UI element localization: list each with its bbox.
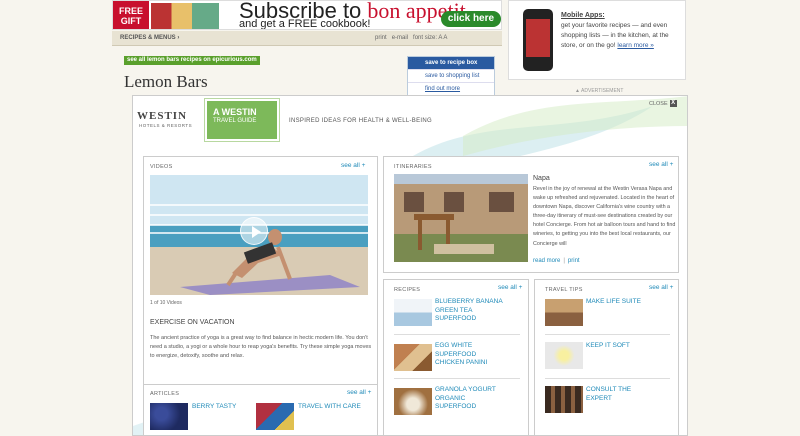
- save-to-recipe-box-link[interactable]: save to recipe box: [408, 57, 494, 70]
- magazine-ad-banner[interactable]: FREE GIFT Subscribe to bon appetit and g…: [112, 0, 502, 30]
- print-link[interactable]: print: [375, 35, 387, 41]
- recipes-heading: RECIPES: [394, 287, 421, 293]
- row-divider: [545, 334, 670, 335]
- articles-panel: ARTICLES see all + BERRY TASTY TRAVEL WI…: [143, 384, 378, 435]
- travel-tips-heading: TRAVEL TIPS: [545, 287, 583, 293]
- see-all-recipes-link[interactable]: see all lemon bars recipes on epicurious…: [124, 56, 260, 65]
- recipes-see-all-link[interactable]: see all +: [498, 284, 522, 292]
- recipe-thumbnail[interactable]: [394, 388, 432, 415]
- article-berry-tasty-link[interactable]: BERRY TASTY: [192, 403, 236, 411]
- itinerary-links: read more | print: [533, 258, 580, 264]
- mobile-apps-title: Mobile Apps:: [561, 12, 605, 19]
- find-out-more-link[interactable]: find out more: [408, 83, 494, 95]
- video-title[interactable]: EXERCISE ON VACATION: [150, 318, 235, 327]
- close-button[interactable]: CLOSE X: [649, 100, 677, 108]
- recipe-link[interactable]: EGG WHITE SUPERFOOD CHICKEN PANINI: [435, 342, 487, 368]
- articles-heading: ARTICLES: [150, 391, 180, 397]
- travel-tip-thumbnail[interactable]: [545, 386, 583, 413]
- overlay-header: WESTIN HOTELS & RESORTS A WESTIN TRAVEL …: [133, 96, 687, 151]
- travel-guide-badge: A WESTIN TRAVEL GUIDE: [205, 99, 279, 141]
- email-link[interactable]: e-mail: [392, 35, 408, 41]
- recipe-thumbnail[interactable]: [394, 344, 432, 371]
- travel-tip-thumbnail[interactable]: [545, 299, 583, 326]
- learn-more-link[interactable]: learn more »: [617, 42, 654, 49]
- articles-see-all-link[interactable]: see all +: [347, 389, 371, 397]
- row-divider: [545, 378, 670, 379]
- row-divider: [394, 378, 520, 379]
- travel-tip-link[interactable]: MAKE LIFE SUITE: [586, 298, 641, 307]
- mobile-apps-ad: Mobile Apps: get your favorite recipes —…: [508, 0, 686, 80]
- itineraries-panel: ITINERARIES see all + Napa Revel in the …: [383, 156, 679, 273]
- row-divider: [394, 334, 520, 335]
- recipe-link[interactable]: GRANOLA YOGURT ORGANIC SUPERFOOD: [435, 386, 496, 412]
- travel-tip-link[interactable]: CONSULT THE EXPERT: [586, 386, 631, 403]
- ad-cookbook-text: and get a FREE cookbook!: [239, 18, 371, 30]
- phone-icon: [523, 9, 553, 71]
- magazine-covers-image: [151, 3, 219, 29]
- save-to-shopping-list-link[interactable]: save to shopping list: [408, 70, 494, 83]
- itineraries-see-all-link[interactable]: see all +: [649, 161, 673, 169]
- itinerary-description: Revel in the joy of renewal at the Westi…: [533, 186, 676, 247]
- travel-tips-see-all-link[interactable]: see all +: [649, 284, 673, 292]
- article-travel-with-care-link[interactable]: TRAVEL WITH CARE: [298, 403, 361, 411]
- itineraries-heading: ITINERARIES: [394, 164, 432, 170]
- itinerary-name[interactable]: Napa: [533, 174, 550, 183]
- font-size-control[interactable]: font size: A A: [413, 35, 447, 41]
- mobile-apps-text: get your favorite recipes — and even sho…: [561, 22, 669, 49]
- advertisement-label: ▲ ADVERTISEMENT: [575, 88, 624, 94]
- travel-tips-panel: TRAVEL TIPS see all + MAKE LIFE SUITE KE…: [534, 279, 679, 435]
- westin-travel-guide-overlay: WESTIN HOTELS & RESORTS A WESTIN TRAVEL …: [132, 95, 688, 436]
- travel-tip-link[interactable]: KEEP IT SOFT: [586, 342, 630, 351]
- read-more-link[interactable]: read more: [533, 258, 560, 264]
- video-player[interactable]: [150, 175, 368, 295]
- article-travel-thumbnail[interactable]: [256, 403, 294, 430]
- free-gift-badge: FREE GIFT: [113, 1, 149, 29]
- itinerary-print-link[interactable]: print: [568, 258, 580, 264]
- recipe-link[interactable]: BLUEBERRY BANANA GREEN TEA SUPERFOOD: [435, 298, 503, 324]
- close-icon[interactable]: X: [669, 100, 677, 108]
- overlay-tagline: INSPIRED IDEAS FOR HEALTH & WELL-BEING: [289, 118, 432, 124]
- page-title: Lemon Bars: [124, 72, 208, 91]
- save-options-box: save to recipe box save to shopping list…: [407, 56, 495, 96]
- video-count: 1 of 10 Videos: [150, 300, 182, 306]
- recipe-thumbnail[interactable]: [394, 299, 432, 326]
- article-berry-thumbnail[interactable]: [150, 403, 188, 430]
- recipe-toolbar: print e-mail font size: A A: [375, 33, 447, 43]
- ad-click-here-button[interactable]: click here: [441, 11, 501, 27]
- videos-see-all-link[interactable]: see all +: [341, 162, 365, 170]
- videos-heading: VIDEOS: [150, 164, 173, 170]
- westin-logo: WESTIN HOTELS & RESORTS: [137, 110, 193, 128]
- recipes-panel: RECIPES see all + BLUEBERRY BANANA GREEN…: [383, 279, 529, 435]
- play-button-icon[interactable]: [240, 217, 268, 245]
- travel-tip-thumbnail[interactable]: [545, 342, 583, 369]
- napa-photo[interactable]: [394, 174, 528, 262]
- video-description: The ancient practice of yoga is a great …: [150, 335, 372, 359]
